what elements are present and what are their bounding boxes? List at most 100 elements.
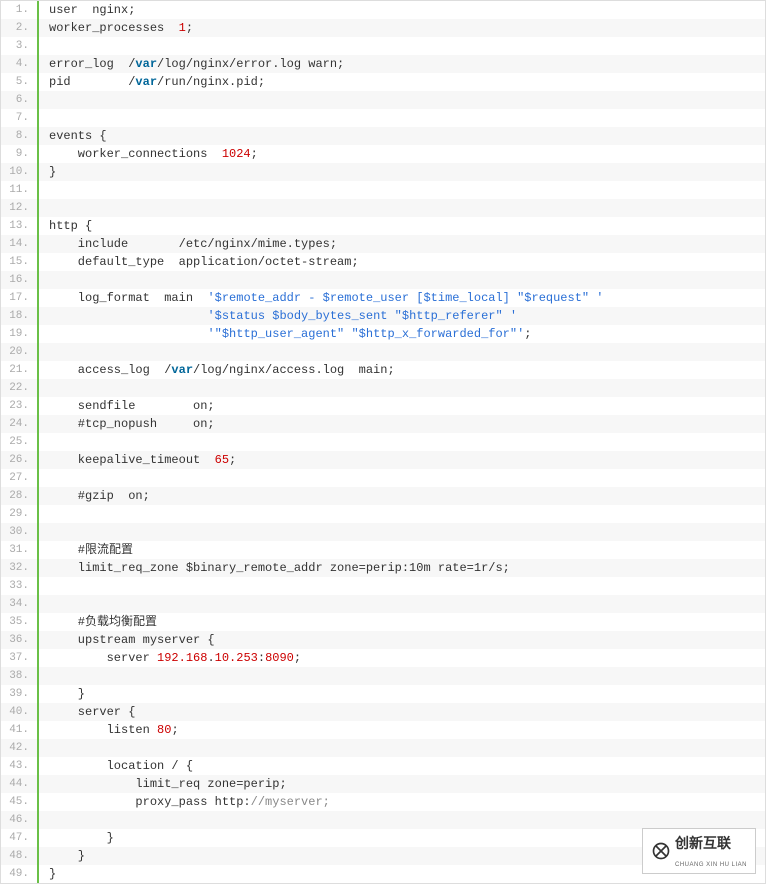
code-line: 1.user nginx; [1, 1, 765, 19]
line-content: log_format main '$remote_addr - $remote_… [39, 289, 604, 307]
code-line: 45. proxy_pass http://myserver; [1, 793, 765, 811]
line-number: 9. [1, 145, 39, 163]
line-content: worker_processes 1; [39, 19, 193, 37]
code-line: 12. [1, 199, 765, 217]
line-number: 2. [1, 19, 39, 37]
line-number: 38. [1, 667, 39, 685]
line-content [39, 739, 49, 757]
line-number: 16. [1, 271, 39, 289]
code-line: 40. server { [1, 703, 765, 721]
line-content [39, 595, 49, 613]
line-content: worker_connections 1024; [39, 145, 258, 163]
line-number: 3. [1, 37, 39, 55]
line-content: sendfile on; [39, 397, 215, 415]
line-content: proxy_pass http://myserver; [39, 793, 330, 811]
line-content: include /etc/nginx/mime.types; [39, 235, 337, 253]
code-line: 23. sendfile on; [1, 397, 765, 415]
line-content [39, 109, 49, 127]
line-number: 37. [1, 649, 39, 667]
code-line: 46. [1, 811, 765, 829]
line-content: } [39, 829, 114, 847]
watermark-logo: 创新互联 CHUANG XIN HU LIAN [642, 828, 756, 874]
code-line: 26. keepalive_timeout 65; [1, 451, 765, 469]
line-content [39, 577, 49, 595]
line-number: 12. [1, 199, 39, 217]
line-number: 34. [1, 595, 39, 613]
code-line: 17. log_format main '$remote_addr - $rem… [1, 289, 765, 307]
line-content: events { [39, 127, 107, 145]
logo-subtext: CHUANG XIN HU LIAN [675, 862, 747, 868]
line-number: 11. [1, 181, 39, 199]
line-content [39, 271, 49, 289]
line-number: 41. [1, 721, 39, 739]
code-line: 43. location / { [1, 757, 765, 775]
line-content: '"$http_user_agent" "$http_x_forwarded_f… [39, 325, 532, 343]
code-line: 21. access_log /var/log/nginx/access.log… [1, 361, 765, 379]
line-number: 24. [1, 415, 39, 433]
line-content: error_log /var/log/nginx/error.log warn; [39, 55, 344, 73]
line-content: server 192.168.10.253:8090; [39, 649, 301, 667]
line-content: limit_req zone=perip; [39, 775, 287, 793]
line-number: 14. [1, 235, 39, 253]
line-content [39, 37, 49, 55]
code-line: 24. #tcp_nopush on; [1, 415, 765, 433]
line-number: 36. [1, 631, 39, 649]
line-content: } [39, 847, 85, 865]
code-line: 34. [1, 595, 765, 613]
line-number: 31. [1, 541, 39, 559]
line-content: http { [39, 217, 92, 235]
line-number: 32. [1, 559, 39, 577]
line-number: 28. [1, 487, 39, 505]
code-line: 2.worker_processes 1; [1, 19, 765, 37]
line-content [39, 469, 49, 487]
line-content [39, 199, 49, 217]
line-content: server { [39, 703, 135, 721]
code-line: 4.error_log /var/log/nginx/error.log war… [1, 55, 765, 73]
line-content: } [39, 163, 56, 181]
line-number: 1. [1, 1, 39, 19]
code-line: 38. [1, 667, 765, 685]
code-line: 27. [1, 469, 765, 487]
line-content [39, 379, 49, 397]
code-line: 19. '"$http_user_agent" "$http_x_forward… [1, 325, 765, 343]
code-line: 11. [1, 181, 765, 199]
line-number: 13. [1, 217, 39, 235]
line-number: 40. [1, 703, 39, 721]
code-line: 28. #gzip on; [1, 487, 765, 505]
line-number: 39. [1, 685, 39, 703]
line-content: upstream myserver { [39, 631, 215, 649]
line-number: 23. [1, 397, 39, 415]
line-number: 7. [1, 109, 39, 127]
line-content: #限流配置 [39, 541, 133, 559]
line-number: 48. [1, 847, 39, 865]
line-content [39, 667, 49, 685]
line-content [39, 505, 78, 523]
line-number: 15. [1, 253, 39, 271]
code-line: 37. server 192.168.10.253:8090; [1, 649, 765, 667]
line-number: 20. [1, 343, 39, 361]
line-number: 49. [1, 865, 39, 883]
line-content [39, 181, 49, 199]
line-content [39, 811, 49, 829]
line-number: 27. [1, 469, 39, 487]
code-line: 9. worker_connections 1024; [1, 145, 765, 163]
line-number: 5. [1, 73, 39, 91]
code-line: 32. limit_req_zone $binary_remote_addr z… [1, 559, 765, 577]
line-number: 17. [1, 289, 39, 307]
line-content: } [39, 685, 85, 703]
line-content [39, 343, 49, 361]
code-line: 30. [1, 523, 765, 541]
line-content [39, 91, 49, 109]
code-line: 18. '$status $body_bytes_sent "$http_ref… [1, 307, 765, 325]
code-line: 10.} [1, 163, 765, 181]
code-line: 33. [1, 577, 765, 595]
line-content: default_type application/octet-stream; [39, 253, 359, 271]
line-number: 22. [1, 379, 39, 397]
code-line: 5.pid /var/run/nginx.pid; [1, 73, 765, 91]
code-line: 36. upstream myserver { [1, 631, 765, 649]
code-line: 6. [1, 91, 765, 109]
logo-text: 创新互联 [675, 835, 731, 851]
code-line: 31. #限流配置 [1, 541, 765, 559]
line-content: #负载均衡配置 [39, 613, 157, 631]
line-content [39, 433, 49, 451]
